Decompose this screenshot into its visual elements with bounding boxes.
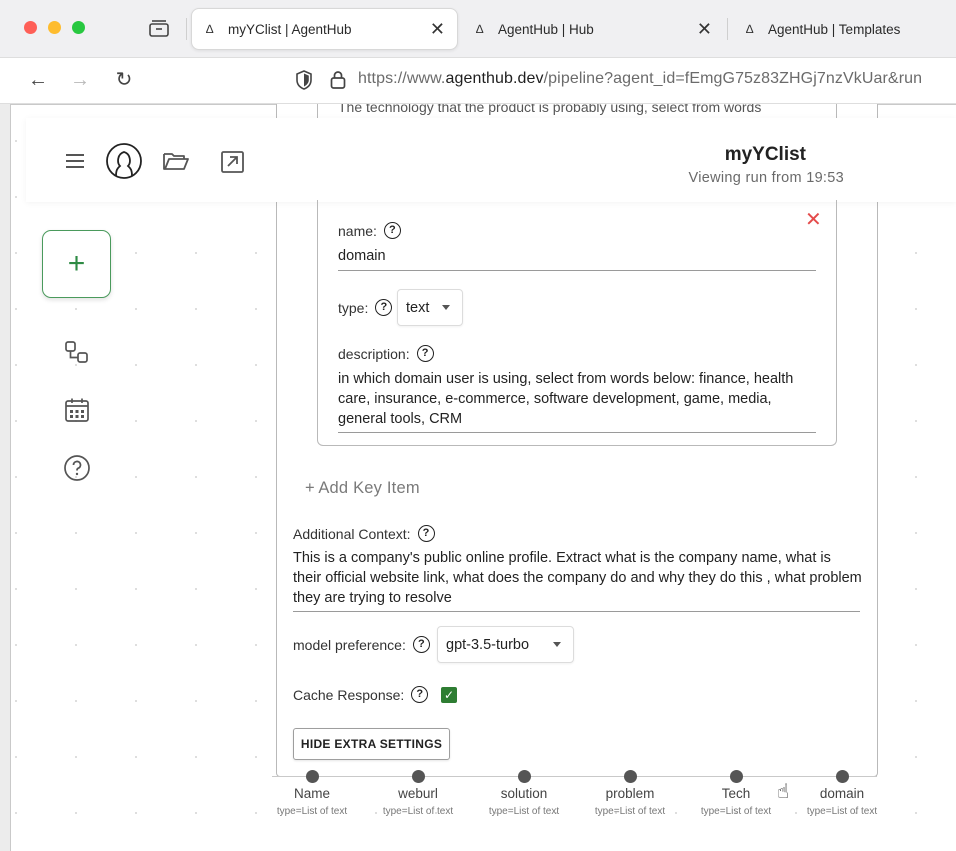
browser-url-bar: ← → ↻ https://www.agenthub.dev/pipeline?… xyxy=(0,58,956,104)
output-port-handle[interactable] xyxy=(836,770,849,783)
add-key-item-button[interactable]: + Add Key Item xyxy=(305,479,420,498)
output-port-name: domain xyxy=(819,786,865,801)
shield-icon[interactable] xyxy=(294,69,314,91)
tab-label: AgentHub | Hub xyxy=(498,21,594,37)
plus-icon: + xyxy=(67,247,86,280)
output-port-type: type=List of text xyxy=(276,806,348,817)
window-close-button[interactable] xyxy=(24,21,37,34)
output-port-type: type=List of text xyxy=(594,806,666,817)
tab-templates[interactable]: ∆ AgentHub | Templates xyxy=(732,8,956,50)
previous-description-text: The technology that the product is proba… xyxy=(338,104,762,115)
name-field[interactable]: domain xyxy=(338,246,386,266)
type-select[interactable]: text xyxy=(397,289,463,326)
hide-extra-settings-button[interactable]: HIDE EXTRA SETTINGS xyxy=(293,728,450,760)
tab-myyclist[interactable]: ∆ myYClist | AgentHub ✕ xyxy=(191,8,458,50)
external-link-icon[interactable] xyxy=(220,150,246,174)
output-port-name: problem xyxy=(605,786,655,801)
additional-context-help-icon[interactable]: ? xyxy=(417,525,435,542)
lock-icon[interactable] xyxy=(329,69,347,91)
agenthub-favicon-icon: ∆ xyxy=(206,22,214,36)
output-port-name: weburl xyxy=(398,786,438,801)
forward-arrow-icon[interactable]: → xyxy=(68,68,92,92)
app-header: myYClist Viewing run from 19:53 xyxy=(26,118,956,202)
output-port-type: type=List of text xyxy=(700,806,772,817)
tab-overview-icon[interactable] xyxy=(148,18,170,38)
window-maximize-button[interactable] xyxy=(72,21,85,34)
dropdown-caret-icon xyxy=(553,642,561,647)
output-port-handle[interactable] xyxy=(518,770,531,783)
cache-response-label: Cache Response:? xyxy=(293,686,429,703)
dropdown-caret-icon xyxy=(442,305,450,310)
output-port-name: Tech xyxy=(721,786,751,801)
tab-close-icon[interactable]: ✕ xyxy=(697,19,712,40)
add-node-button[interactable]: + xyxy=(42,230,111,298)
back-arrow-icon[interactable]: ← xyxy=(26,68,50,92)
agenthub-favicon-icon: ∆ xyxy=(746,22,754,36)
menu-icon[interactable] xyxy=(64,152,86,170)
description-help-icon[interactable]: ? xyxy=(416,345,434,362)
output-port-name: Name xyxy=(293,786,330,801)
tab-label: myYClist | AgentHub xyxy=(228,21,352,37)
delete-key-item-icon[interactable]: ✕ xyxy=(805,210,822,230)
model-preference-label: model preference:? xyxy=(293,636,430,653)
window-minimize-button[interactable] xyxy=(48,21,61,34)
output-port-handle[interactable] xyxy=(412,770,425,783)
description-field[interactable]: in which domain user is using, select fr… xyxy=(338,369,818,429)
type-help-icon[interactable]: ? xyxy=(375,299,393,316)
output-port-type: type=List of text xyxy=(806,806,878,817)
cache-response-help-icon[interactable]: ? xyxy=(411,686,429,703)
calendar-icon[interactable] xyxy=(63,396,91,424)
pipeline-nodes-icon[interactable] xyxy=(63,338,91,366)
name-label: name:? xyxy=(338,222,401,239)
model-preference-select[interactable]: gpt-3.5-turbo xyxy=(437,626,574,663)
help-icon[interactable] xyxy=(63,454,91,482)
output-port-type: type=List of text xyxy=(488,806,560,817)
tab-close-icon[interactable]: ✕ xyxy=(430,19,445,40)
type-label: type:? xyxy=(338,299,393,316)
tab-label: AgentHub | Templates xyxy=(768,21,901,37)
reload-icon[interactable]: ↻ xyxy=(112,68,136,92)
browser-tab-bar: ∆ myYClist | AgentHub ✕ ∆ AgentHub | Hub… xyxy=(0,0,956,58)
additional-context-label: Additional Context:? xyxy=(293,525,435,542)
page-title: myYClist xyxy=(724,144,806,165)
output-ports-line xyxy=(272,776,877,777)
tab-hub[interactable]: ∆ AgentHub | Hub ✕ xyxy=(462,8,724,50)
output-port-handle[interactable] xyxy=(624,770,637,783)
cache-response-checkbox[interactable]: ✓ xyxy=(441,687,457,703)
hand-cursor-icon: ☝ xyxy=(777,781,790,803)
agent-avatar-icon[interactable] xyxy=(105,142,143,180)
model-preference-help-icon[interactable]: ? xyxy=(412,636,430,653)
run-subtitle: Viewing run from 19:53 xyxy=(688,170,844,186)
description-label: description:? xyxy=(338,345,434,362)
output-port-handle[interactable] xyxy=(730,770,743,783)
output-port-name: solution xyxy=(500,786,548,801)
output-port-type: type=List of text xyxy=(382,806,454,817)
url-field[interactable]: https://www.agenthub.dev/pipeline?agent_… xyxy=(358,70,922,88)
agenthub-favicon-icon: ∆ xyxy=(476,22,484,36)
output-port-handle[interactable] xyxy=(306,770,319,783)
folder-open-icon[interactable] xyxy=(162,150,190,172)
additional-context-field[interactable]: This is a company's public online profil… xyxy=(293,548,863,608)
name-help-icon[interactable]: ? xyxy=(383,222,401,239)
